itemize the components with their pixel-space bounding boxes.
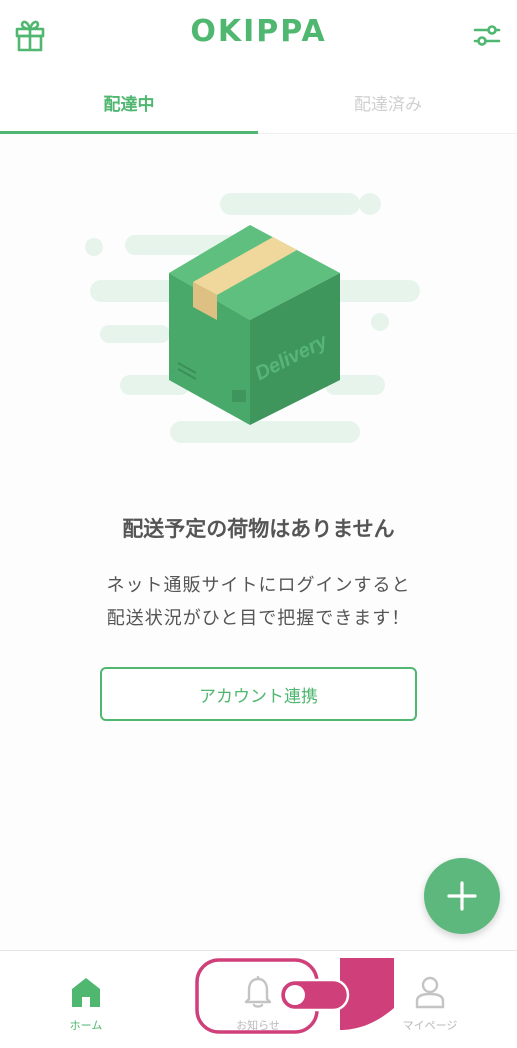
main-content: Delivery 配送予定の荷物はありません ネット通販サイトにログインすると … — [0, 135, 517, 950]
home-icon — [72, 978, 100, 1007]
empty-state-description-line1: ネット通販サイトにログインすると — [106, 575, 411, 596]
bottom-navigation: ホーム お知らせ マイページ — [0, 950, 517, 1048]
nav-mypage-label: マイページ — [402, 1019, 458, 1032]
bell-icon — [244, 975, 272, 1008]
sliders-icon — [473, 25, 501, 46]
empty-state-title: 配送予定の荷物はありません — [122, 517, 395, 541]
plus-icon — [447, 881, 477, 911]
filter-button[interactable] — [470, 20, 504, 50]
delivery-box-image: Delivery — [85, 193, 420, 443]
nav-home[interactable]: ホーム — [0, 951, 172, 1048]
nav-home-label: ホーム — [69, 1019, 103, 1032]
app-logo: OKIPPA — [190, 14, 327, 49]
nav-notifications-label: お知らせ — [236, 1019, 280, 1032]
app-header: OKIPPA — [0, 0, 517, 70]
nav-mypage[interactable]: マイページ — [344, 951, 516, 1048]
tab-in-delivery[interactable]: 配達中 — [0, 70, 258, 134]
tab-delivered[interactable]: 配達済み — [259, 70, 517, 134]
tab-bar: 配達中 配達済み — [0, 70, 517, 134]
active-tab-indicator — [0, 131, 258, 134]
empty-state-description-line2: 配送状況がひと目で把握できます！ — [106, 608, 411, 629]
nav-notifications[interactable]: お知らせ — [172, 951, 344, 1048]
account-link-button[interactable]: アカウント連携 — [100, 667, 417, 721]
empty-box-illustration: Delivery — [80, 185, 440, 465]
add-package-button[interactable] — [424, 858, 500, 934]
person-icon — [415, 976, 445, 1009]
